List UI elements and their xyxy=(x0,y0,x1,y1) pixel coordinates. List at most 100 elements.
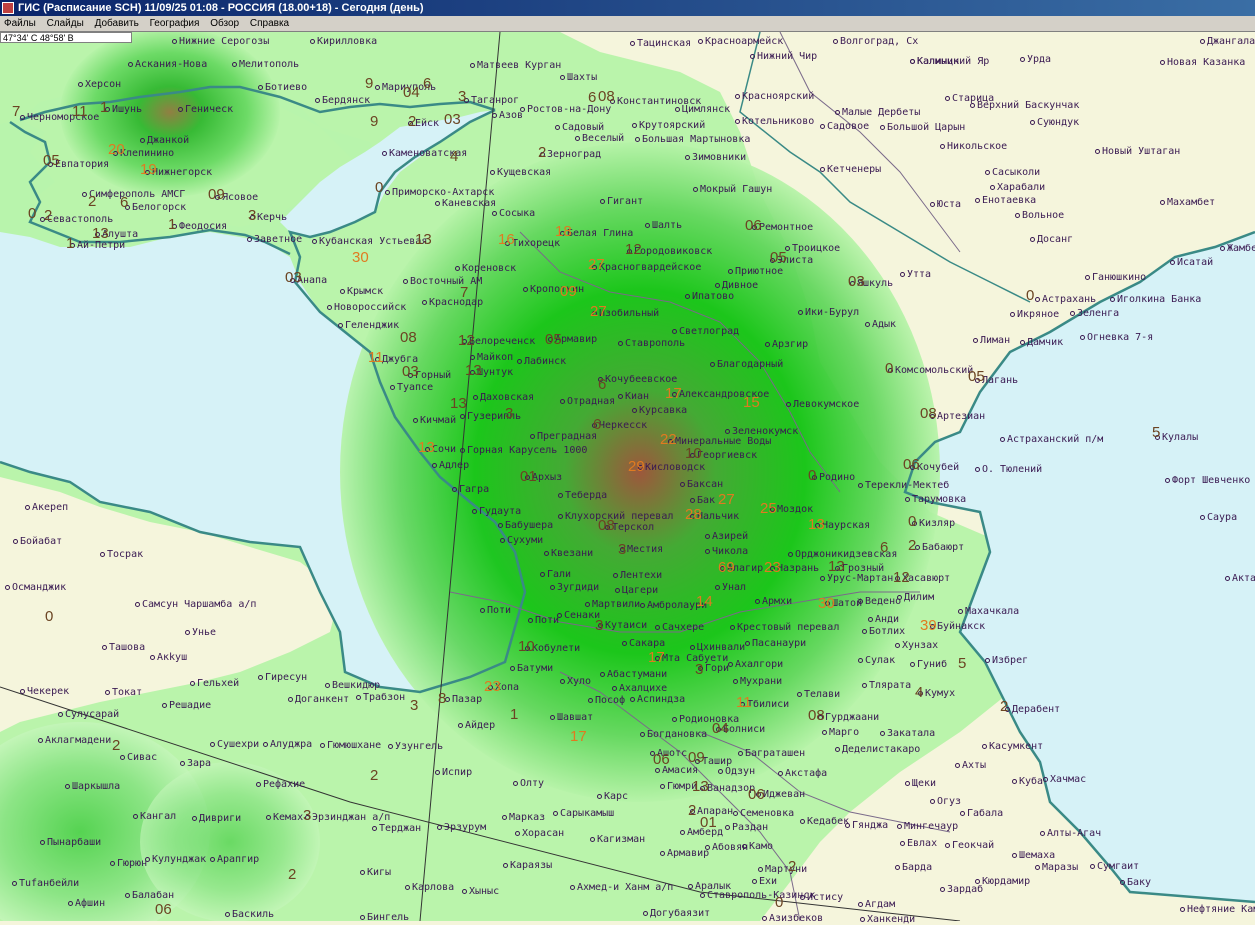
city-label: Хорасан xyxy=(515,828,564,839)
menu-item-overview[interactable]: Обзор xyxy=(206,16,243,31)
city-marker-icon xyxy=(140,137,145,143)
city-name: Мухрани xyxy=(740,676,783,687)
city-name: Балабан xyxy=(132,890,175,901)
city-label: Зеленга xyxy=(1070,308,1119,319)
forecast-value: 4 xyxy=(450,148,459,165)
city-label: Аклагмадени xyxy=(38,735,111,746)
forecast-value: 30 xyxy=(352,249,369,266)
menu-item-files[interactable]: Файлы xyxy=(0,16,40,31)
city-marker-icon xyxy=(225,911,230,917)
city-marker-icon xyxy=(715,282,720,288)
city-marker-icon xyxy=(675,106,680,112)
city-label: Балабан xyxy=(125,890,174,901)
city-name: Кизляр xyxy=(919,518,956,529)
city-name: Кулалы xyxy=(1162,432,1199,443)
city-name: Нефтяние Камни xyxy=(1187,904,1255,915)
city-label: О. Тюлений xyxy=(975,464,1042,475)
city-name: Благодарный xyxy=(717,359,784,370)
city-label: Бойабат xyxy=(13,536,62,547)
forecast-value: 3 xyxy=(303,807,312,824)
city-marker-icon xyxy=(258,84,263,90)
city-label: Гагра xyxy=(452,484,489,495)
forecast-value: 0 xyxy=(885,360,894,377)
city-name: Шалть xyxy=(652,220,683,231)
city-label: Цимлянск xyxy=(675,104,730,115)
city-marker-icon xyxy=(973,337,978,343)
city-label: Таганрог xyxy=(464,95,519,106)
city-label: Зугдиди xyxy=(550,582,599,593)
city-name: Тбилиси xyxy=(747,699,790,710)
city-label: Местия xyxy=(620,544,663,555)
city-marker-icon xyxy=(558,513,563,519)
city-label: Истису xyxy=(800,892,843,903)
city-marker-icon xyxy=(133,813,138,819)
city-label: Кисловодск xyxy=(638,462,705,473)
city-marker-icon xyxy=(643,910,648,916)
city-name: Майкоп xyxy=(477,352,514,363)
city-marker-icon xyxy=(403,278,408,284)
city-name: Местия xyxy=(627,544,664,555)
city-name: Кочубеевское xyxy=(605,374,678,385)
forecast-value: 3 xyxy=(458,88,467,105)
city-label: Теберда xyxy=(558,490,607,501)
city-label: Курсавка xyxy=(632,405,687,416)
city-marker-icon xyxy=(845,822,850,828)
map-canvas[interactable]: Нижние Серогозы Кирилловка Аскания-Нова Мел… xyxy=(0,32,1255,925)
city-marker-icon xyxy=(570,884,575,890)
city-marker-icon xyxy=(758,866,763,872)
city-marker-icon xyxy=(725,428,730,434)
city-marker-icon xyxy=(325,682,330,688)
forecast-value: 6 xyxy=(588,89,597,106)
forecast-value: 0 xyxy=(808,467,817,484)
city-name: Шемаха xyxy=(1019,850,1056,861)
city-label: Мелитополь xyxy=(232,59,299,70)
city-label: Феодосия xyxy=(172,221,227,232)
city-name: Акереп xyxy=(32,502,69,513)
city-marker-icon xyxy=(705,548,710,554)
city-name: Восточный АМ xyxy=(410,276,483,287)
city-name: Веселый xyxy=(582,133,625,144)
city-marker-icon xyxy=(472,508,477,514)
forecast-value: 6 xyxy=(880,539,889,556)
city-marker-icon xyxy=(615,587,620,593)
menu-item-geography[interactable]: География xyxy=(146,16,204,31)
city-name: Черноморское xyxy=(27,112,100,123)
city-label: Аскания-Нова xyxy=(128,59,207,70)
city-name: Мингечаур xyxy=(904,821,959,832)
city-name: Херсон xyxy=(85,79,122,90)
city-marker-icon xyxy=(20,114,25,120)
city-label: Мингечаур xyxy=(897,821,958,832)
forecast-value: 19 xyxy=(140,161,157,178)
forecast-value: 03 xyxy=(848,273,865,290)
city-name: Большая Мартыновка xyxy=(642,134,751,145)
city-label: Хачмас xyxy=(1043,774,1086,785)
city-label: Баграташен xyxy=(738,748,805,759)
city-name: Клухорский перевал xyxy=(565,511,674,522)
map-layers xyxy=(0,32,1255,921)
city-label: Веселый xyxy=(575,133,624,144)
city-marker-icon xyxy=(975,878,980,884)
city-name: Анди xyxy=(875,614,900,625)
city-label: Сосыка xyxy=(492,208,535,219)
forecast-value: 6 xyxy=(598,376,607,393)
city-marker-icon xyxy=(833,38,838,44)
forecast-value: 14 xyxy=(696,593,713,610)
city-marker-icon xyxy=(900,271,905,277)
forecast-value: 27 xyxy=(590,303,607,320)
city-marker-icon xyxy=(490,169,495,175)
city-name: Дилим xyxy=(904,592,935,603)
city-label: Гюмюшхане xyxy=(320,740,381,751)
city-marker-icon xyxy=(718,768,723,774)
menu-item-help[interactable]: Справка xyxy=(246,16,293,31)
city-label: Огневка 7-я xyxy=(1080,332,1153,343)
menu-item-add[interactable]: Добавить xyxy=(91,16,143,31)
city-name: Геокчай xyxy=(952,840,995,851)
city-name: Самсун Чаршамба а/п xyxy=(142,599,257,610)
city-label: Харабали xyxy=(990,182,1045,193)
city-label: Гуниб xyxy=(910,659,947,670)
city-marker-icon xyxy=(385,189,390,195)
city-marker-icon xyxy=(655,767,660,773)
city-name: Малые Дербеты xyxy=(842,107,921,118)
city-label: Тосрак xyxy=(100,549,143,560)
menu-item-slides[interactable]: Слайды xyxy=(43,16,88,31)
